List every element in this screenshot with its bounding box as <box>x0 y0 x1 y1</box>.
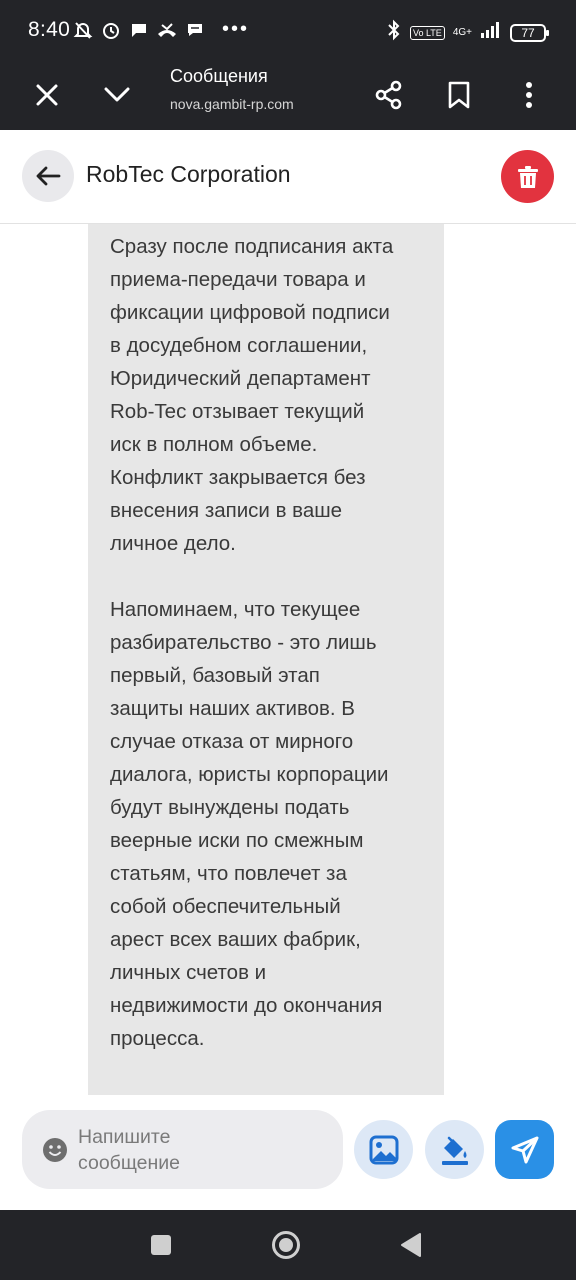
back-button[interactable] <box>22 150 74 202</box>
volte-badge: Vo LTE <box>409 25 445 40</box>
message-bubble: Сразу после подписания акта приема-перед… <box>88 224 444 1095</box>
more-vert-icon <box>526 82 532 108</box>
square-icon <box>151 1235 171 1255</box>
close-icon <box>36 84 58 106</box>
emoji-icon[interactable] <box>42 1137 68 1163</box>
message-text: Сразу после подписания акта приема-перед… <box>110 235 394 1050</box>
close-button[interactable] <box>22 70 72 120</box>
paint-button[interactable] <box>425 1120 484 1179</box>
bluetooth-icon <box>386 19 402 46</box>
paint-bucket-icon <box>441 1136 468 1165</box>
image-icon <box>369 1135 398 1164</box>
chevron-down-icon <box>104 87 130 102</box>
home-circle-icon <box>272 1231 300 1259</box>
collapse-button[interactable] <box>92 70 142 120</box>
more-notifications: ••• <box>222 18 250 40</box>
bookmark-icon <box>448 81 470 109</box>
trash-icon <box>517 165 538 188</box>
send-button[interactable] <box>495 1120 554 1179</box>
triangle-back-icon <box>401 1233 421 1257</box>
attach-image-button[interactable] <box>354 1120 413 1179</box>
alarm-icon <box>100 19 122 41</box>
browser-toolbar: Сообщения nova.gambit-rp.com <box>0 60 576 130</box>
page-url: nova.gambit-rp.com <box>170 96 294 112</box>
bookmark-button[interactable] <box>434 70 484 120</box>
chat-header: RobTec Corporation <box>0 130 576 224</box>
system-nav-bar <box>0 1210 576 1280</box>
chat-title: RobTec Corporation <box>86 161 291 187</box>
signal-icon <box>480 21 502 44</box>
send-icon <box>511 1136 538 1163</box>
share-icon <box>375 80 402 110</box>
network-type: 4G+ <box>452 26 472 38</box>
message-placeholder: Напишите сообщение <box>78 1126 181 1174</box>
message-composer: Напишите сообщение <box>0 1102 576 1210</box>
missed-call-icon <box>156 19 178 41</box>
more-menu-button[interactable] <box>504 70 554 120</box>
message-icon <box>184 19 206 41</box>
message-input[interactable]: Напишите сообщение <box>22 1110 343 1189</box>
battery-indicator: 77 <box>510 23 549 42</box>
message-list[interactable]: Сразу после подписания акта приема-перед… <box>0 224 576 1102</box>
status-system-icons: Vo LTE 4G+ 77 <box>386 19 549 46</box>
recents-button[interactable] <box>146 1230 176 1260</box>
status-time: 8:40 <box>28 18 71 41</box>
status-bar: 8:40 ••• Vo LTE 4G+ 77 <box>0 0 576 60</box>
back-nav-button[interactable] <box>396 1230 426 1260</box>
status-notification-icons: ••• <box>72 18 249 41</box>
share-button[interactable] <box>364 70 414 120</box>
home-button[interactable] <box>271 1230 301 1260</box>
arrow-left-icon <box>36 166 61 186</box>
chat-bubble-icon <box>128 19 150 41</box>
alarm-off-icon <box>72 19 94 41</box>
delete-chat-button[interactable] <box>501 150 554 203</box>
page-title: Сообщения <box>170 66 268 86</box>
